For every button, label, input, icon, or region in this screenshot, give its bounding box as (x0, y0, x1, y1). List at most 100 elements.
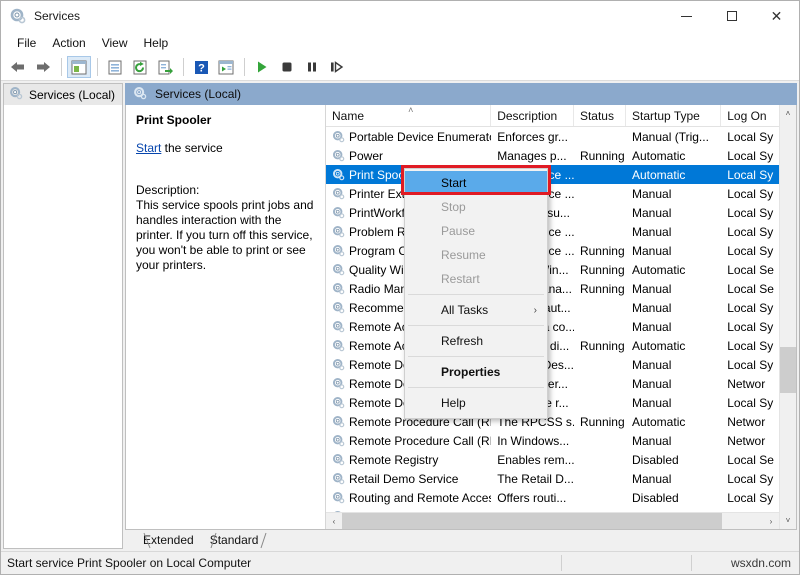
hscroll-thumb[interactable] (342, 513, 722, 529)
table-row[interactable]: Remote Access Connection...Manages di...… (326, 336, 779, 355)
table-row[interactable]: Remote Desktop ServicesAllows user...Man… (326, 374, 779, 393)
menu-action[interactable]: Action (44, 34, 93, 52)
services-gear-icon (10, 8, 26, 24)
restart-service-icon[interactable] (325, 56, 349, 78)
cell-description: Offers routi... (491, 491, 574, 505)
services-window: Services ✕ File Action View Help (0, 0, 800, 575)
table-row[interactable]: Retail Demo ServiceThe Retail D...Manual… (326, 469, 779, 488)
stop-service-icon[interactable] (275, 56, 299, 78)
cell-startup-type: Automatic (626, 415, 721, 429)
context-menu-item-label: Refresh (441, 334, 483, 348)
context-menu-item-all-tasks[interactable]: All Tasks› (405, 298, 547, 322)
table-row[interactable]: Remote Desktop Configurat...Remote Des..… (326, 355, 779, 374)
show-hide-action-pane-icon[interactable] (214, 56, 238, 78)
table-row[interactable]: Remote RegistryEnables rem...DisabledLoc… (326, 450, 779, 469)
table-row[interactable]: Remote Access Auto Conne...Creates a co.… (326, 317, 779, 336)
table-row[interactable]: PowerManages p...RunningAutomaticLocal S… (326, 146, 779, 165)
menu-view[interactable]: View (94, 34, 136, 52)
service-name-label: Retail Demo Service (349, 472, 458, 486)
menu-file[interactable]: File (9, 34, 44, 52)
column-header-description[interactable]: Description (491, 105, 574, 126)
cell-log-on: Networ (721, 377, 779, 391)
service-gear-icon (332, 263, 345, 276)
service-gear-icon (332, 168, 345, 181)
context-menu-item-help[interactable]: Help (405, 391, 547, 415)
detail-description-text: This service spools print jobs and handl… (136, 198, 315, 273)
context-menu-item-start[interactable]: Start (405, 171, 547, 195)
context-menu-separator (408, 294, 544, 295)
column-header-startup-type[interactable]: Startup Type (626, 105, 721, 126)
table-row[interactable]: Routing and Remote AccessOffers routi...… (326, 488, 779, 507)
cell-name: Portable Device Enumerator... (326, 130, 491, 144)
cell-description: The Retail D... (491, 472, 574, 486)
table-row[interactable]: Remote Desktop Services U...Allows the r… (326, 393, 779, 412)
content-area: Services (Local) Services (Local) Prin (1, 81, 799, 551)
scroll-right-arrow-icon[interactable]: › (763, 513, 779, 529)
refresh-icon[interactable] (128, 56, 152, 78)
tab-extended[interactable]: Extended (135, 532, 202, 549)
cell-status: Running (574, 244, 626, 258)
context-menu-item-properties[interactable]: Properties (405, 360, 547, 384)
service-gear-icon (332, 206, 345, 219)
column-header-status[interactable]: Status (574, 105, 626, 126)
table-row[interactable]: Portable Device Enumerator...Enforces gr… (326, 127, 779, 146)
table-row[interactable]: Remote Procedure Call (RP...In Windows..… (326, 431, 779, 450)
table-row[interactable]: Print SpoolerThis service ...AutomaticLo… (326, 165, 779, 184)
table-row[interactable]: Remote Procedure Call (RPC)The RPCSS s..… (326, 412, 779, 431)
vertical-scrollbar[interactable]: ˄ ˅ (779, 105, 796, 529)
close-icon: ✕ (771, 9, 783, 23)
scroll-down-arrow-icon[interactable]: ˅ (780, 512, 796, 529)
table-row[interactable]: Program Compatibility Assi...This servic… (326, 241, 779, 260)
column-header-log-on[interactable]: Log On (721, 105, 779, 126)
window-controls: ✕ (664, 1, 799, 31)
pause-service-icon[interactable] (300, 56, 324, 78)
table-row[interactable]: Printer Extensions and Notif...This serv… (326, 184, 779, 203)
properties-icon[interactable] (103, 56, 127, 78)
export-list-icon[interactable] (153, 56, 177, 78)
column-header-name[interactable]: ˄ Name (326, 105, 491, 126)
vscroll-track[interactable] (780, 122, 796, 512)
column-header-label: Log On (727, 109, 766, 123)
context-menu-item-label: Restart (441, 272, 480, 286)
tab-right-edge (260, 532, 268, 549)
cell-startup-type: Manual (626, 320, 721, 334)
table-row[interactable]: Radio Management ServiceRadio Mana...Run… (326, 279, 779, 298)
cell-startup-type: Manual (626, 377, 721, 391)
table-row[interactable]: PrintWorkflowProvides su...ManualLocal S… (326, 203, 779, 222)
show-hide-tree-icon[interactable] (67, 56, 91, 78)
horizontal-scrollbar[interactable]: ‹ › (326, 512, 779, 529)
context-menu-item-label: Start (441, 176, 466, 190)
hscroll-track[interactable] (342, 513, 763, 529)
service-gear-icon (332, 149, 345, 162)
maximize-button[interactable] (709, 1, 754, 31)
scroll-left-arrow-icon[interactable]: ‹ (326, 513, 342, 529)
forward-arrow-icon[interactable] (31, 56, 55, 78)
service-gear-icon (332, 415, 345, 428)
cell-log-on: Local Sy (721, 396, 779, 410)
column-header-label: Startup Type (632, 109, 700, 123)
view-tabs: Extended Standard (125, 530, 797, 549)
context-menu-item-refresh[interactable]: Refresh (405, 329, 547, 353)
vscroll-thumb[interactable] (780, 347, 796, 393)
minimize-button[interactable] (664, 1, 709, 31)
back-arrow-icon[interactable] (6, 56, 30, 78)
start-service-link[interactable]: Start (136, 141, 161, 155)
cell-log-on: Local Sy (721, 320, 779, 334)
cell-log-on: Local Sy (721, 339, 779, 353)
list-rows: Portable Device Enumerator...Enforces gr… (326, 127, 779, 512)
table-row[interactable]: Recommended Troublesho...Enables aut...M… (326, 298, 779, 317)
context-menu-item-label: All Tasks (441, 303, 488, 317)
tree-item-services-local[interactable]: Services (Local) (4, 84, 122, 105)
scroll-up-arrow-icon[interactable]: ˄ (780, 105, 796, 122)
help-icon[interactable]: ? (189, 56, 213, 78)
toolbar-separator (244, 58, 245, 76)
tab-standard[interactable]: Standard (202, 532, 267, 549)
table-row[interactable]: Quality Windows Audio Vid...Quality Win.… (326, 260, 779, 279)
context-menu-item-pause: Pause (405, 219, 547, 243)
service-gear-icon (332, 434, 345, 447)
menu-help[interactable]: Help (136, 34, 177, 52)
service-name-label: Portable Device Enumerator... (349, 130, 491, 144)
start-service-icon[interactable] (250, 56, 274, 78)
table-row[interactable]: Problem Reports Control Pa...This servic… (326, 222, 779, 241)
close-button[interactable]: ✕ (754, 1, 799, 31)
